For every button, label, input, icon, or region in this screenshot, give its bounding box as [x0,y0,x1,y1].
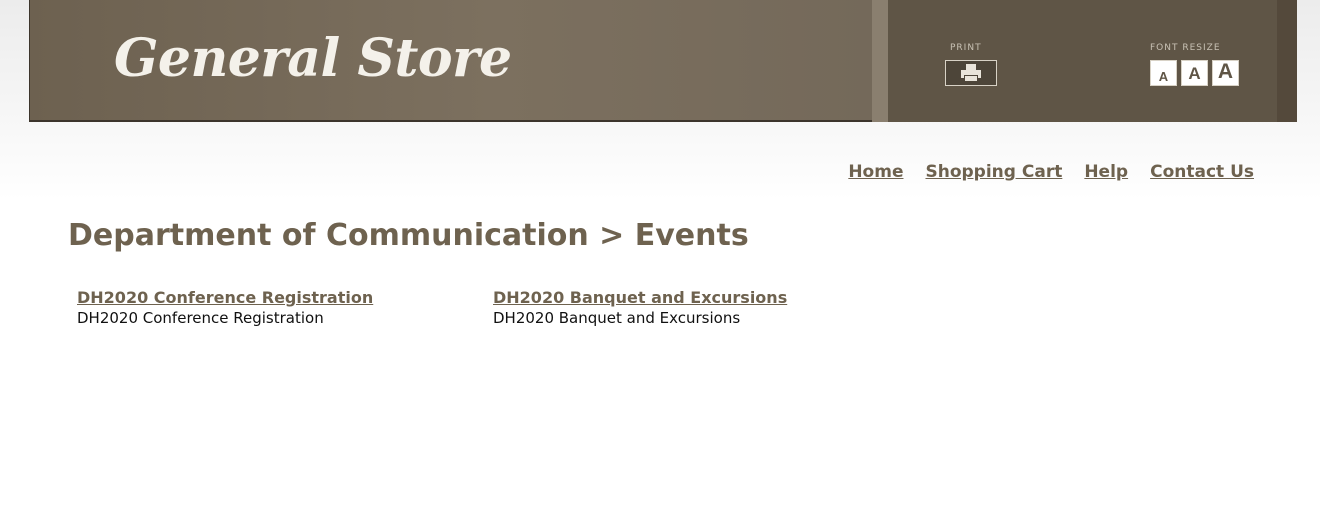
print-button[interactable] [945,60,997,86]
header-right-edge [1277,0,1297,122]
header-tools: PRINT FONT RESIZE A A A [888,0,1297,122]
event-item: DH2020 Banquet and Excursions DH2020 Ban… [493,288,909,328]
event-conference-registration-link[interactable]: DH2020 Conference Registration [77,288,493,308]
font-resize-controls: A A A [1150,60,1239,86]
font-size-medium-button[interactable]: A [1181,60,1208,86]
font-size-large-button[interactable]: A [1212,60,1239,86]
event-description: DH2020 Conference Registration [77,309,324,327]
page-frame: General Store PRINT FONT RESIZE A A A Ho… [29,0,1297,519]
site-title: General Store [114,28,512,89]
nav-home-link[interactable]: Home [848,162,903,182]
page-title: Department of Communication > Events [68,218,749,253]
event-list: DH2020 Conference Registration DH2020 Co… [77,288,909,328]
event-banquet-excursions-link[interactable]: DH2020 Banquet and Excursions [493,288,909,308]
font-size-small-button[interactable]: A [1150,60,1177,86]
brand-banner: General Store [29,0,872,122]
nav-contact-us-link[interactable]: Contact Us [1150,162,1254,182]
nav-help-link[interactable]: Help [1084,162,1128,182]
printer-icon [960,64,982,82]
header-divider [872,0,888,122]
font-resize-label: FONT RESIZE [1150,43,1221,53]
print-label: PRINT [950,43,982,53]
event-item: DH2020 Conference Registration DH2020 Co… [77,288,493,328]
event-description: DH2020 Banquet and Excursions [493,309,741,327]
top-navigation: Home Shopping Cart Help Contact Us [848,162,1254,182]
nav-shopping-cart-link[interactable]: Shopping Cart [925,162,1062,182]
site-header: General Store PRINT FONT RESIZE A A A [29,0,1297,122]
